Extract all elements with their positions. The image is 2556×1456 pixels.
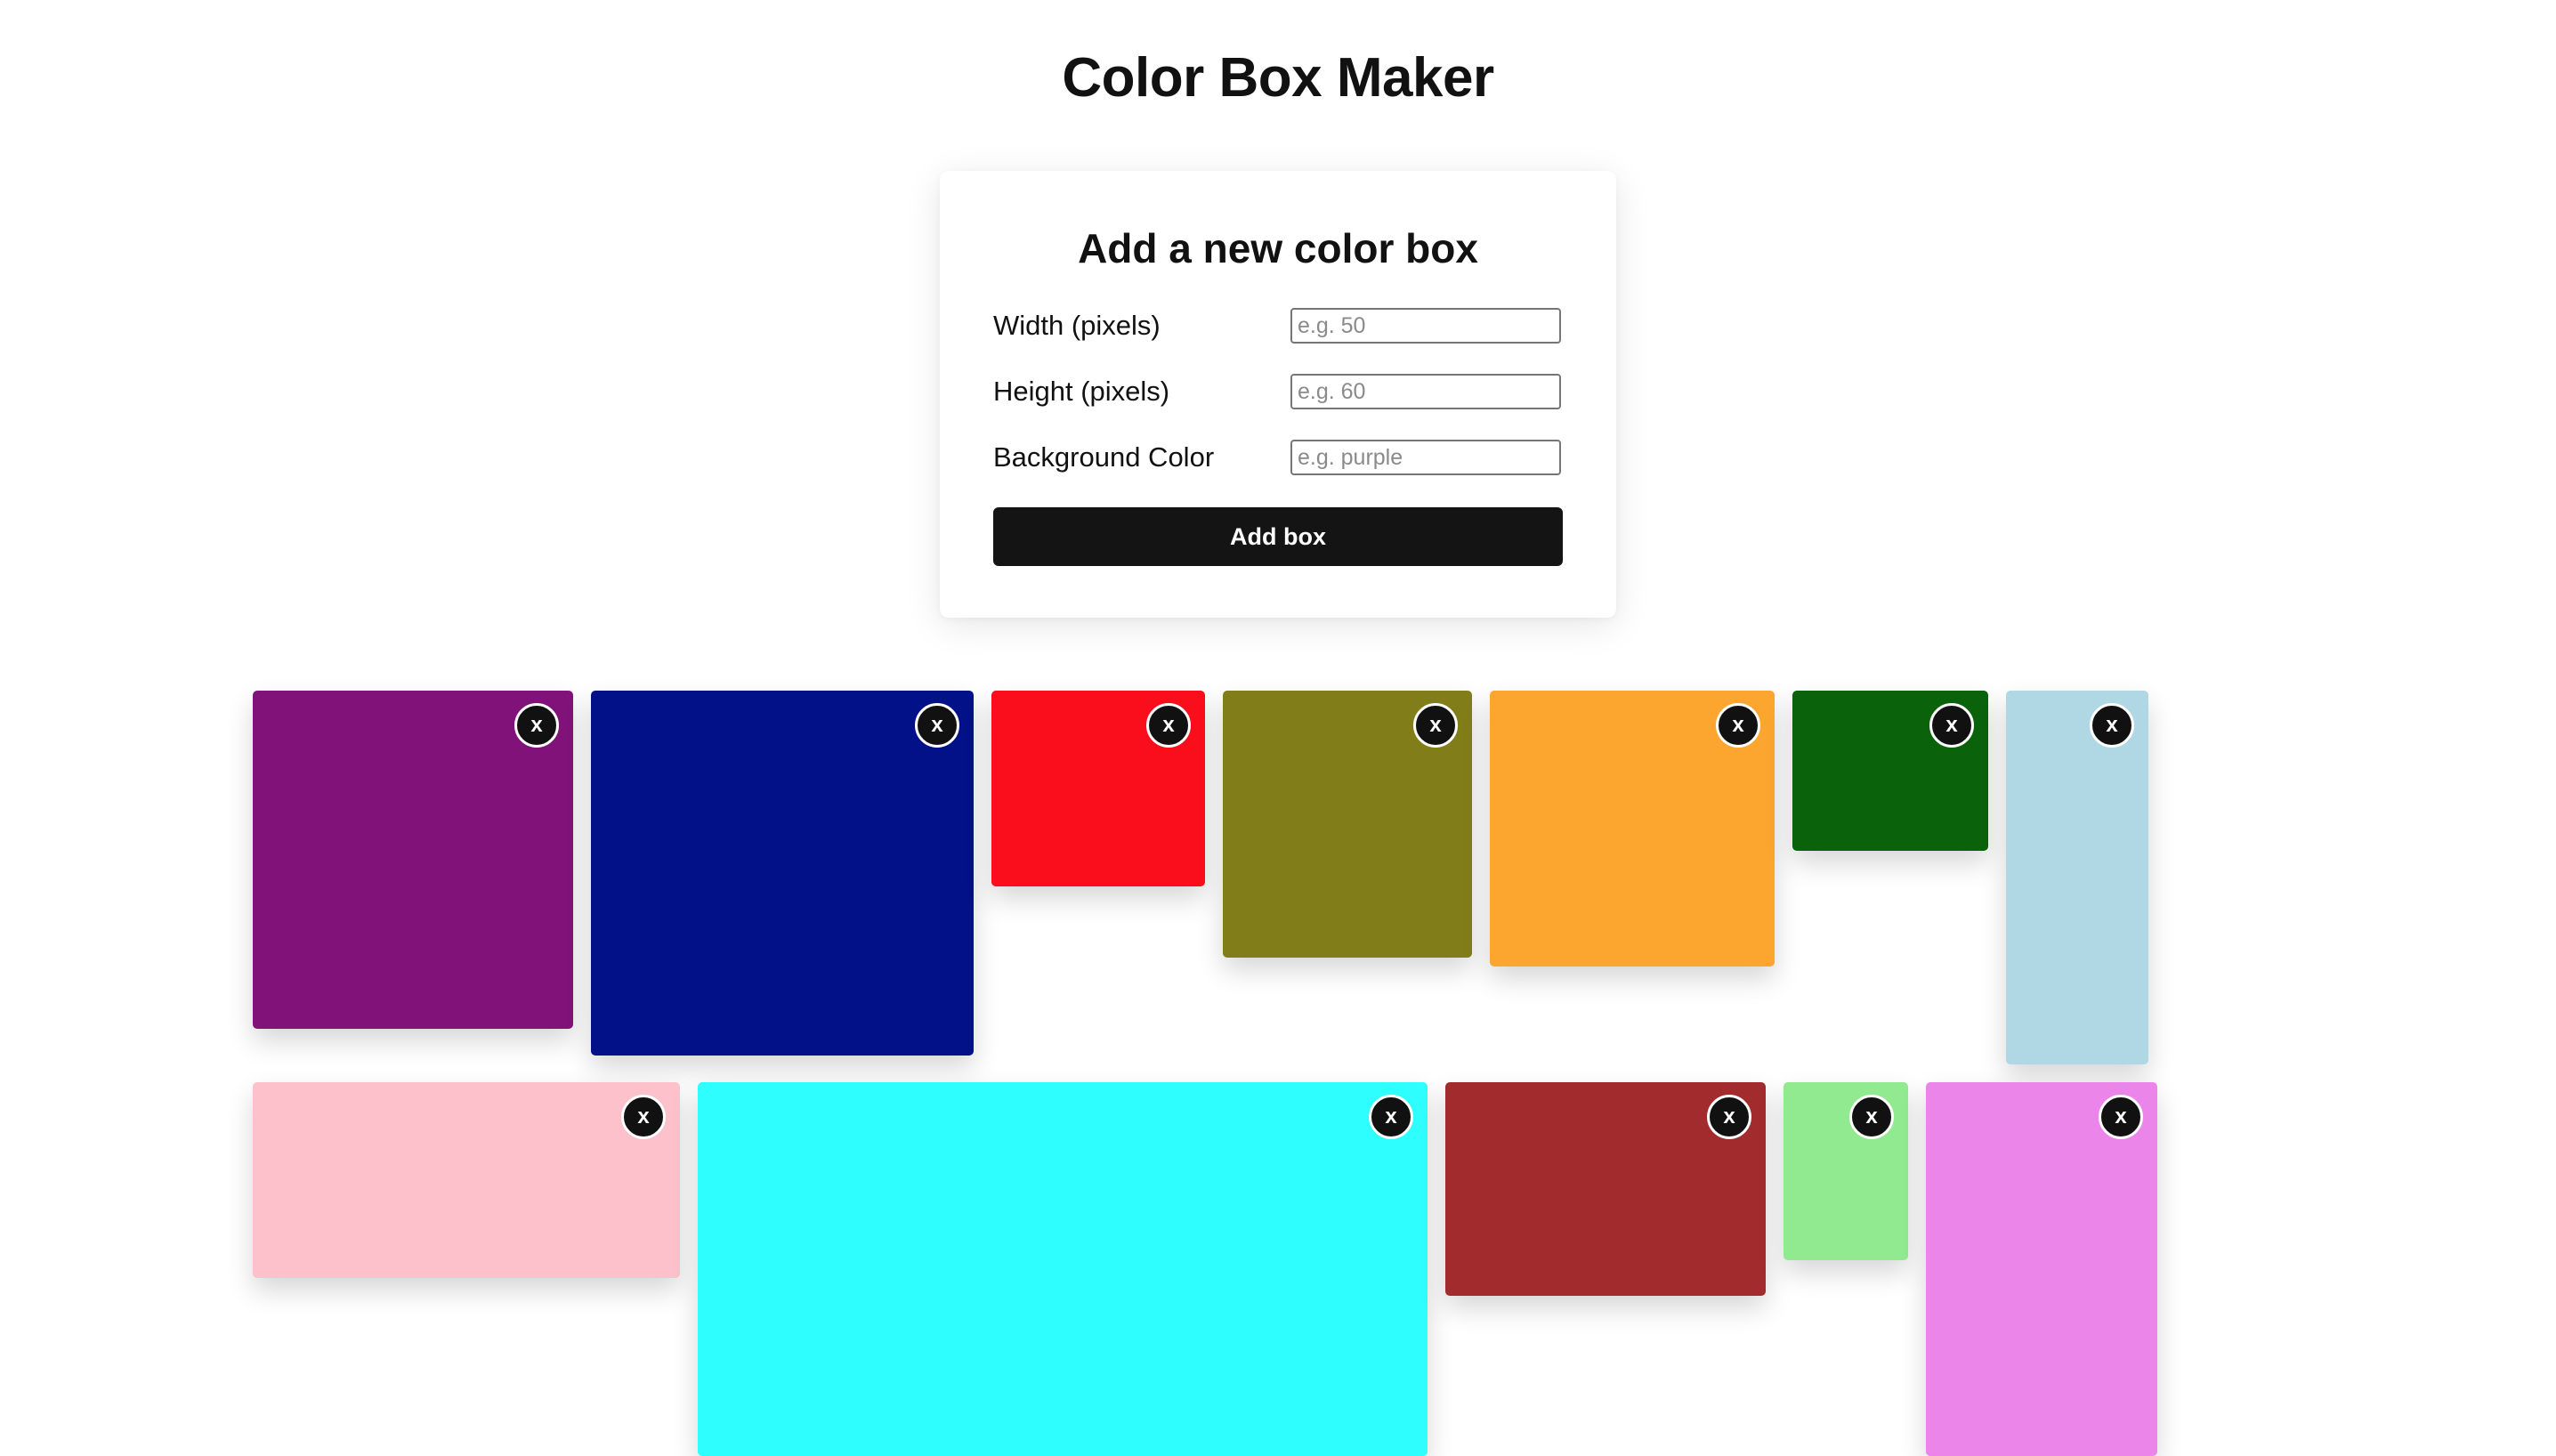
color-box-navy: x	[591, 691, 974, 1056]
color-box-brown: x	[1445, 1082, 1766, 1296]
color-box-dark-green: x	[1792, 691, 1988, 851]
color-box-olive: x	[1223, 691, 1472, 958]
color-box-light-blue: x	[2006, 691, 2148, 1064]
color-box-red: x	[991, 691, 1205, 886]
new-box-form: Add a new color box Width (pixels) Heigh…	[940, 171, 1616, 618]
width-input[interactable]	[1290, 308, 1561, 344]
remove-box-button[interactable]: x	[514, 703, 559, 748]
color-box-light-green: x	[1784, 1082, 1908, 1260]
remove-box-button[interactable]: x	[1369, 1095, 1413, 1139]
remove-box-button[interactable]: x	[1849, 1095, 1894, 1139]
remove-box-button[interactable]: x	[621, 1095, 666, 1139]
page-title: Color Box Maker	[1062, 47, 1494, 109]
width-row: Width (pixels)	[993, 306, 1563, 345]
remove-box-button[interactable]: x	[1146, 703, 1191, 748]
remove-box-button[interactable]: x	[915, 703, 959, 748]
remove-box-button[interactable]: x	[1716, 703, 1760, 748]
height-row: Height (pixels)	[993, 372, 1563, 411]
form-title: Add a new color box	[1078, 225, 1478, 271]
color-box-orange: x	[1490, 691, 1775, 967]
remove-box-button[interactable]: x	[2099, 1095, 2143, 1139]
add-box-button[interactable]: Add box	[993, 507, 1563, 566]
color-row: Background Color	[993, 438, 1563, 477]
remove-box-button[interactable]: x	[1413, 703, 1458, 748]
remove-box-button[interactable]: x	[2090, 703, 2134, 748]
width-label: Width (pixels)	[993, 310, 1161, 341]
height-label: Height (pixels)	[993, 376, 1170, 407]
color-box-purple: x	[253, 691, 573, 1029]
height-input[interactable]	[1290, 374, 1561, 409]
color-input[interactable]	[1290, 440, 1561, 475]
color-box-pink: x	[253, 1082, 680, 1278]
color-label: Background Color	[993, 441, 1215, 473]
color-box-violet: x	[1926, 1082, 2157, 1456]
remove-box-button[interactable]: x	[1929, 703, 1974, 748]
remove-box-button[interactable]: x	[1707, 1095, 1751, 1139]
color-box-cyan: x	[698, 1082, 1428, 1456]
